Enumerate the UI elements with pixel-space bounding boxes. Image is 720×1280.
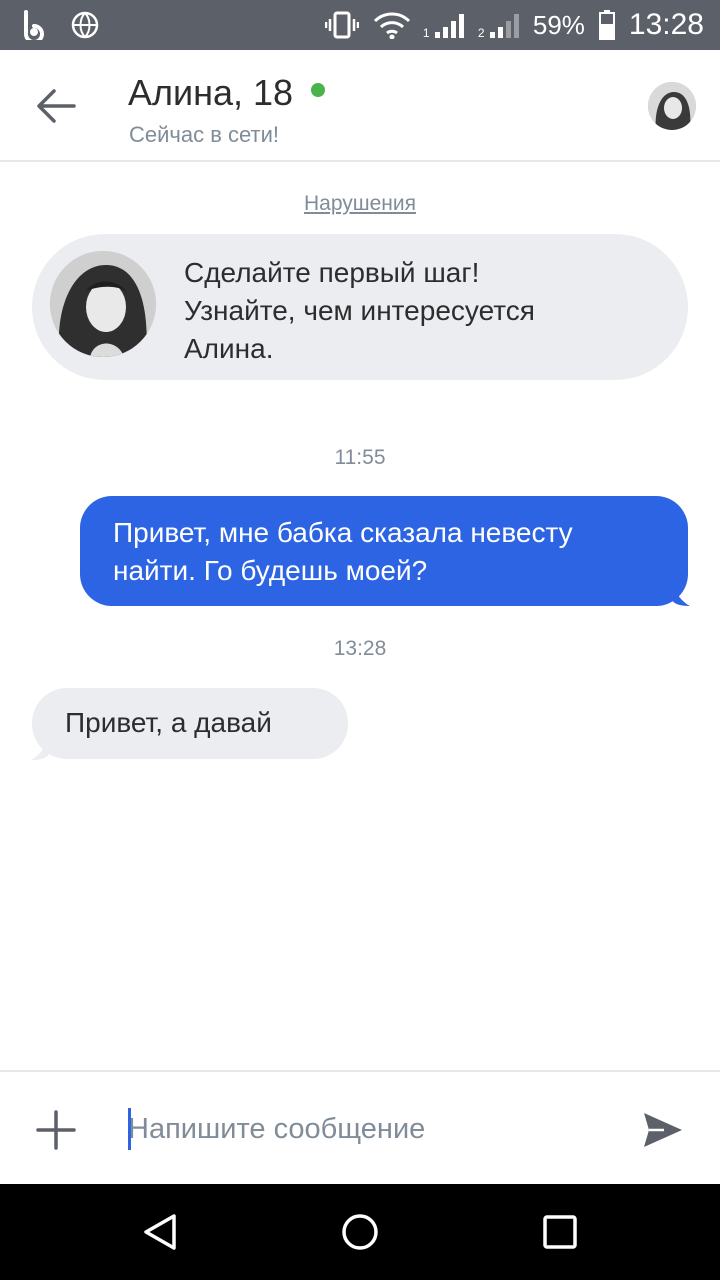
battery-icon <box>598 10 615 40</box>
first-step-prompt[interactable]: Сделайте первый шаг! Узнайте, чем интере… <box>32 234 688 380</box>
signal-sim1-icon: 1 <box>423 12 464 40</box>
wifi-icon <box>373 12 410 39</box>
outgoing-message[interactable]: Привет, мне бабка сказала невесту найти.… <box>80 496 688 606</box>
message-input[interactable] <box>128 1106 608 1152</box>
outgoing-bubble-tail <box>672 584 690 606</box>
intro-avatar <box>50 251 156 357</box>
contact-name-age: Алина, 18 <box>128 72 294 113</box>
attach-plus-icon[interactable] <box>36 1110 76 1150</box>
contact-avatar[interactable] <box>648 82 696 130</box>
nav-home-icon[interactable] <box>340 1212 380 1252</box>
incoming-message[interactable]: Привет, а давай <box>32 688 348 759</box>
incoming-bubble-tail <box>31 738 49 760</box>
status-bar: 1 2 59% 13:28 <box>0 0 720 50</box>
battery-percent: 59% <box>532 9 585 40</box>
message-timestamp: 11:55 <box>334 446 386 469</box>
text-cursor <box>128 1108 131 1150</box>
system-navigation-bar <box>0 1184 720 1280</box>
message-composer <box>0 1070 720 1184</box>
globe-download-icon <box>71 11 99 39</box>
online-indicator <box>311 83 326 97</box>
vibrate-icon <box>324 11 359 39</box>
clock: 13:28 <box>628 8 704 41</box>
nav-back-icon[interactable] <box>140 1212 180 1252</box>
send-icon[interactable] <box>642 1110 684 1150</box>
app-b-icon <box>24 10 44 40</box>
message-timestamp: 13:28 <box>333 637 387 660</box>
chat-header: Алина, 18 Сейчас в сети! <box>0 50 720 162</box>
nav-recents-icon[interactable] <box>540 1212 580 1252</box>
signal-sim2-icon: 2 <box>478 12 519 40</box>
back-arrow-icon[interactable] <box>34 84 78 128</box>
report-link[interactable]: Нарушения <box>0 192 720 216</box>
online-status: Сейчас в сети! <box>129 122 280 147</box>
contact-title[interactable]: Алина, 18 <box>128 72 326 114</box>
intro-text: Сделайте первый шаг! Узнайте, чем интере… <box>184 257 535 364</box>
